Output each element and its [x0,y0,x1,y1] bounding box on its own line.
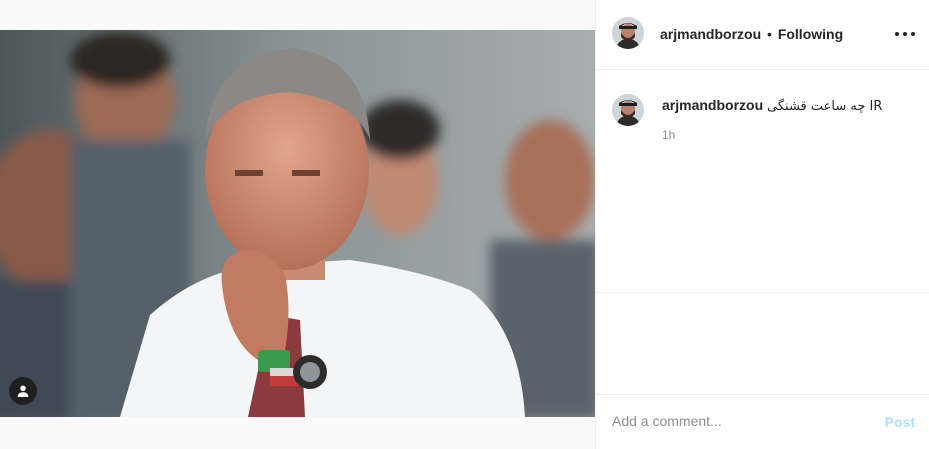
user-icon [16,384,30,398]
section-divider [596,292,929,293]
comment-username-link[interactable]: arjmandborzou [662,97,763,113]
tagged-users-button[interactable] [9,377,37,405]
username-link[interactable]: arjmandborzou [660,26,761,42]
post-photo [0,30,595,417]
comment-form: Post [596,394,929,449]
comment-input[interactable] [612,413,862,429]
more-options-icon[interactable] [895,26,915,42]
separator-dot: • [767,26,772,42]
caption-text: چه ساعت قشنگی IR [767,99,883,114]
post-owner: arjmandborzou • Following [660,26,843,42]
avatar[interactable] [612,17,644,49]
following-button[interactable]: Following [778,26,843,42]
details-pane: arjmandborzou • Following arjmandborzou … [596,0,929,449]
post-button[interactable]: Post [885,414,915,430]
caption-line: arjmandborzou چه ساعت قشنگی IR [662,97,882,115]
post-image[interactable] [0,30,595,417]
post-header: arjmandborzou • Following [596,0,929,70]
media-pane [0,0,595,449]
timestamp[interactable]: 1h [662,128,675,142]
avatar[interactable] [612,94,644,126]
